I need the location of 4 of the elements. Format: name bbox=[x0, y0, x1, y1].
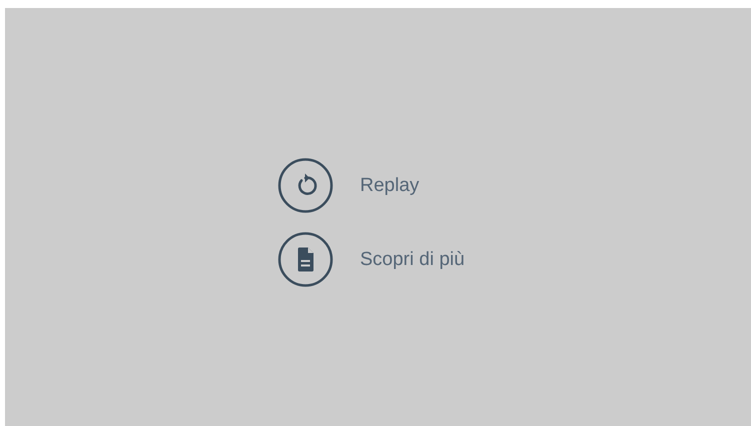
document-button[interactable]: Scopri di più bbox=[278, 232, 465, 287]
document-icon bbox=[278, 232, 333, 287]
replay-icon bbox=[278, 158, 333, 213]
replay-button[interactable]: Replay bbox=[278, 158, 465, 213]
